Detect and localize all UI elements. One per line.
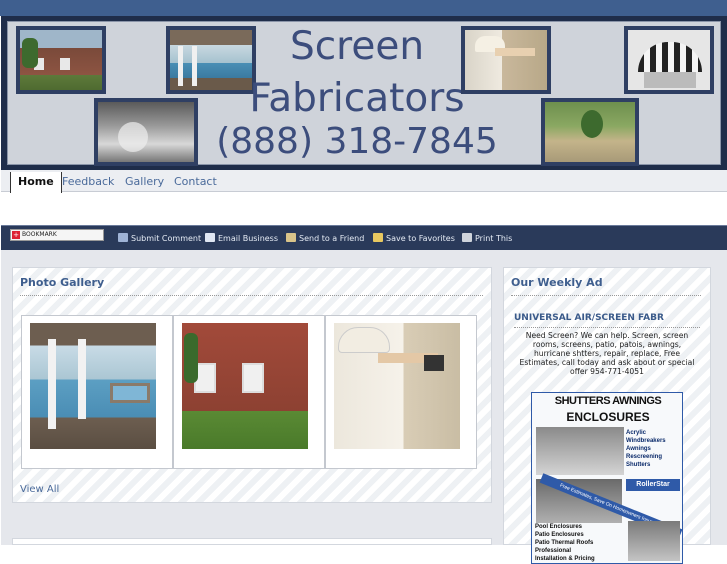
flyer-list-item: Pool Enclosures [535,524,583,530]
banner-photo-awning [624,26,714,94]
flyer-photo-patio [628,521,680,561]
main-nav: Home Feedback Gallery Contact [1,170,727,193]
banner-inner: Screen Fabricators (888) 318-7845 [7,21,721,166]
flyer-list-item: Installation & Pricing [535,556,595,562]
flyer-list-item: Rescreening [626,454,663,460]
flyer-list-item: Windbreakers [626,438,666,444]
submit-comment-link[interactable]: Submit Comment [118,233,201,245]
flyer-list-top: Acrylic Windbreakers Awnings Rescreening… [626,429,682,469]
save-favorites-link[interactable]: Save to Favorites [373,233,455,245]
send-to-friend-label: Send to a Friend [299,234,365,243]
ad-flyer-image[interactable]: SHUTTERS AWNINGS ENCLOSURES Acrylic Wind… [531,392,683,564]
ad-headline-link[interactable]: UNIVERSAL AIR/SCREEN FABR [514,313,664,323]
flyer-brand: RollerStar [626,479,680,491]
gallery-thumb-1[interactable] [21,315,173,469]
weekly-ad-panel: Our Weekly Ad UNIVERSAL AIR/SCREEN FABR … [503,267,711,564]
ad-headline-rule [514,327,700,328]
banner-photo-patio [541,98,639,166]
flyer-list-item: Professional [535,548,572,554]
weekly-ad-title: Our Weekly Ad [511,276,603,289]
site-title-line1: Screen [289,24,425,69]
gallery-thumb-2[interactable] [173,315,325,469]
printer-icon [462,233,472,242]
photo-gallery-panel: Photo Gallery View All [12,267,492,503]
plus-icon: + [12,231,20,239]
print-link[interactable]: Print This [462,233,512,245]
email-business-label: Email Business [218,234,279,243]
banner-photo-worker [461,26,551,94]
bookmark-button[interactable]: + BOOKMARK [10,229,104,241]
flyer-headline-2: ENCLOSURES [566,410,650,424]
action-toolbar: + BOOKMARK Submit Comment Email Business… [1,225,727,250]
send-friend-icon [286,233,296,242]
nav-tab-gallery[interactable]: Gallery [118,172,171,192]
nav-tab-feedback[interactable]: Feedback [55,172,121,192]
save-favorites-label: Save to Favorites [386,234,455,243]
flyer-list-item: Patio Thermal Roofs [535,540,594,546]
ad-body-text: Need Screen? We can help. Screen, screen… [519,331,695,376]
gallery-image-brick-house[interactable] [182,323,308,449]
flyer-list-bottom: Pool Enclosures Patio Enclosures Patio T… [535,523,625,563]
send-to-friend-link[interactable]: Send to a Friend [286,233,364,245]
nav-tab-home[interactable]: Home [10,172,62,193]
bookmark-label: BOOKMARK [22,231,57,238]
folder-icon [373,233,383,242]
email-business-link[interactable]: Email Business [205,233,278,245]
gallery-image-pool-porch[interactable] [30,323,156,449]
flyer-list-item: Shutters [626,462,651,468]
bottom-panel [12,538,492,545]
print-label: Print This [475,234,513,243]
header-banner: Screen Fabricators (888) 318-7845 [1,16,727,170]
comment-icon [118,233,128,242]
weekly-ad-title-rule [511,295,701,296]
view-all-link[interactable]: View All [20,484,59,495]
flyer-headline-1: SHUTTERS AWNINGS [554,395,662,407]
flyer-list-item: Acrylic [626,430,647,436]
gallery-title-rule [20,295,483,296]
flyer-list-item: Patio Enclosures [535,532,584,538]
banner-photo-screen-room [94,98,198,166]
flyer-photo-awning [536,427,624,475]
flyer-list-item: Awnings [626,446,651,452]
submit-comment-label: Submit Comment [131,234,202,243]
gallery-title: Photo Gallery [20,276,105,289]
envelope-icon [205,233,215,242]
top-bar [0,0,727,16]
gallery-image-worker[interactable] [334,323,460,449]
gallery-thumb-3[interactable] [325,315,477,469]
nav-tab-contact[interactable]: Contact [167,172,224,192]
